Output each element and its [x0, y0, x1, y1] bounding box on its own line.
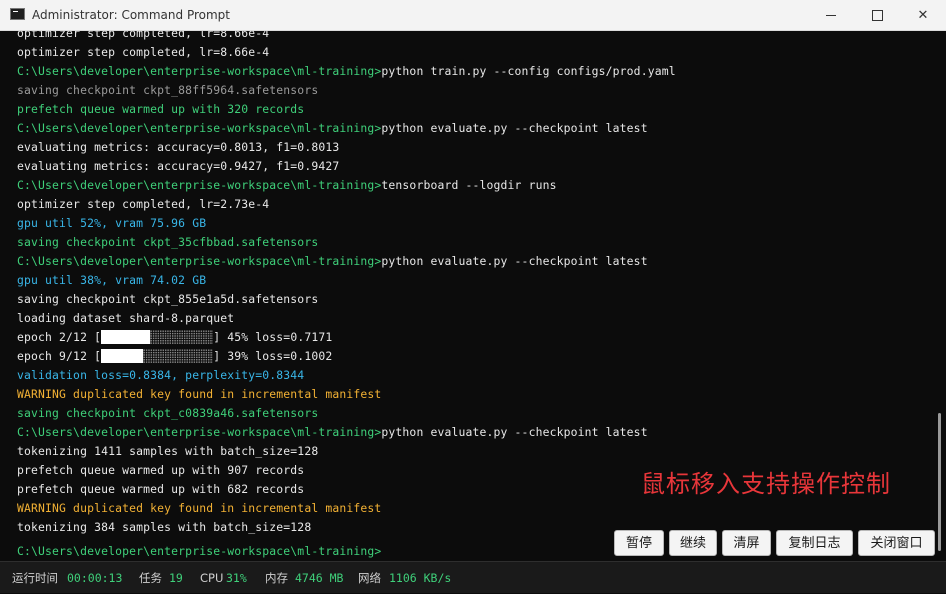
terminal-command-line: C:\Users\developer\enterprise-workspace\…	[17, 176, 557, 195]
prompt-path: C:\Users\developer\enterprise-workspace\…	[17, 64, 382, 78]
progress-prefix: epoch 2/12 [	[17, 330, 102, 344]
terminal-output-line: prefetch queue warmed up with 907 record…	[17, 463, 305, 477]
terminal-output-line: loading dataset shard-8.parquet	[17, 311, 235, 325]
progress-line: epoch 2/12 [███████░░░░░░░░░] 45% loss=0…	[17, 328, 332, 347]
minimize-icon	[826, 15, 836, 16]
status-bar: 运行时间 00:00:13 任务 19 CPU 31% 内存 4746 MB 网…	[0, 561, 946, 593]
terminal-output-line: saving checkpoint ckpt_855e1a5d.safetens…	[17, 292, 319, 306]
prompt-path: C:\Users\developer\enterprise-workspace\…	[17, 544, 382, 558]
progress-bar-fill: ██████	[101, 349, 144, 363]
terminal-output-line: evaluating metrics: accuracy=0.8013, f1=…	[17, 140, 340, 154]
terminal-output-line: saving checkpoint ckpt_35cfbbad.safetens…	[17, 235, 319, 249]
current-prompt-line[interactable]: C:\Users\developer\enterprise-workspace\…	[17, 542, 381, 561]
command-text: python evaluate.py --checkpoint latest	[381, 425, 648, 439]
close-window-button[interactable]: 关闭窗口	[858, 530, 935, 556]
command-text: python evaluate.py --checkpoint latest	[381, 121, 648, 135]
terminal-output-line: tokenizing 1411 samples with batch_size=…	[17, 444, 319, 458]
maximize-icon	[871, 10, 883, 21]
prompt-path: C:\Users\developer\enterprise-workspace\…	[17, 121, 382, 135]
terminal-output-line: gpu util 38%, vram 74.02 GB	[17, 273, 207, 287]
network-label: 网络	[358, 571, 381, 585]
cpu-label: CPU	[200, 571, 224, 585]
progress-suffix: ] 45% loss=0.7171	[213, 330, 333, 344]
terminal-app-icon	[10, 8, 25, 20]
memory-label: 内存	[265, 571, 288, 585]
close-icon: ✕	[917, 8, 929, 23]
terminal-output-line: optimizer step completed, lr=8.66e-4	[17, 45, 270, 59]
terminal-output-line: evaluating metrics: accuracy=0.9427, f1=…	[17, 159, 340, 173]
pause-button[interactable]: 暂停	[614, 530, 664, 556]
memory-value: 4746 MB	[295, 571, 344, 585]
runtime-value: 00:00:13	[67, 571, 123, 585]
terminal-output-line: prefetch queue warmed up with 682 record…	[17, 482, 305, 496]
progress-bar-remaining: ░░░░░░░░░░	[143, 349, 214, 363]
terminal-output-line: validation loss=0.8384, perplexity=0.834…	[17, 368, 305, 382]
command-text: python train.py --config configs/prod.ya…	[381, 64, 676, 78]
terminal-output-line: gpu util 52%, vram 75.96 GB	[17, 216, 207, 230]
cpu-value: 31%	[226, 571, 247, 585]
network-value: 1106 KB/s	[389, 571, 452, 585]
terminal-output-line: prefetch queue warmed up with 320 record…	[17, 102, 305, 116]
prompt-path: C:\Users\developer\enterprise-workspace\…	[17, 254, 382, 268]
terminal-command-line: C:\Users\developer\enterprise-workspace\…	[17, 252, 648, 271]
terminal-command-line: C:\Users\developer\enterprise-workspace\…	[17, 119, 648, 138]
close-button[interactable]: ✕	[900, 0, 946, 31]
copy-log-button[interactable]: 复制日志	[776, 530, 853, 556]
terminal-output-line: optimizer step completed, lr=2.73e-4	[17, 197, 270, 211]
progress-prefix: epoch 9/12 [	[17, 349, 102, 363]
progress-line: epoch 9/12 [██████░░░░░░░░░░] 39% loss=0…	[17, 347, 332, 366]
progress-bar-remaining: ░░░░░░░░░	[150, 330, 214, 344]
maximize-button[interactable]	[854, 0, 900, 31]
minimize-button[interactable]	[808, 0, 854, 31]
runtime-label: 运行时间	[12, 571, 58, 585]
terminal-command-line: C:\Users\developer\enterprise-workspace\…	[17, 423, 648, 442]
prompt-path: C:\Users\developer\enterprise-workspace\…	[17, 178, 382, 192]
terminal-command-line: C:\Users\developer\enterprise-workspace\…	[17, 62, 676, 81]
terminal-output-line: WARNING duplicated key found in incremen…	[17, 387, 382, 401]
terminal-output-line: saving checkpoint ckpt_88ff5964.safetens…	[17, 83, 319, 97]
tasks-value: 19	[169, 571, 183, 585]
hover-control-hint: 鼠标移入支持操作控制	[641, 470, 891, 498]
scrollbar-thumb[interactable]	[938, 413, 941, 551]
resume-button[interactable]: 继续	[669, 530, 717, 556]
terminal-output-line: saving checkpoint ckpt_c0839a46.safetens…	[17, 406, 319, 420]
title-bar: Administrator: Command Prompt ✕	[0, 0, 946, 31]
command-text: python evaluate.py --checkpoint latest	[381, 254, 648, 268]
window-title: Administrator: Command Prompt	[32, 8, 230, 22]
command-text: tensorboard --logdir runs	[381, 178, 557, 192]
terminal-line-partial: optimizer step completed, lr=8.66e-4	[17, 31, 270, 40]
terminal-output-line: WARNING duplicated key found in incremen…	[17, 501, 382, 515]
tasks-label: 任务	[139, 571, 162, 585]
progress-suffix: ] 39% loss=0.1002	[213, 349, 333, 363]
clear-button[interactable]: 清屏	[722, 530, 771, 556]
progress-bar-fill: ███████	[101, 330, 151, 344]
prompt-path: C:\Users\developer\enterprise-workspace\…	[17, 425, 382, 439]
terminal-output-line: tokenizing 384 samples with batch_size=1…	[17, 520, 312, 534]
